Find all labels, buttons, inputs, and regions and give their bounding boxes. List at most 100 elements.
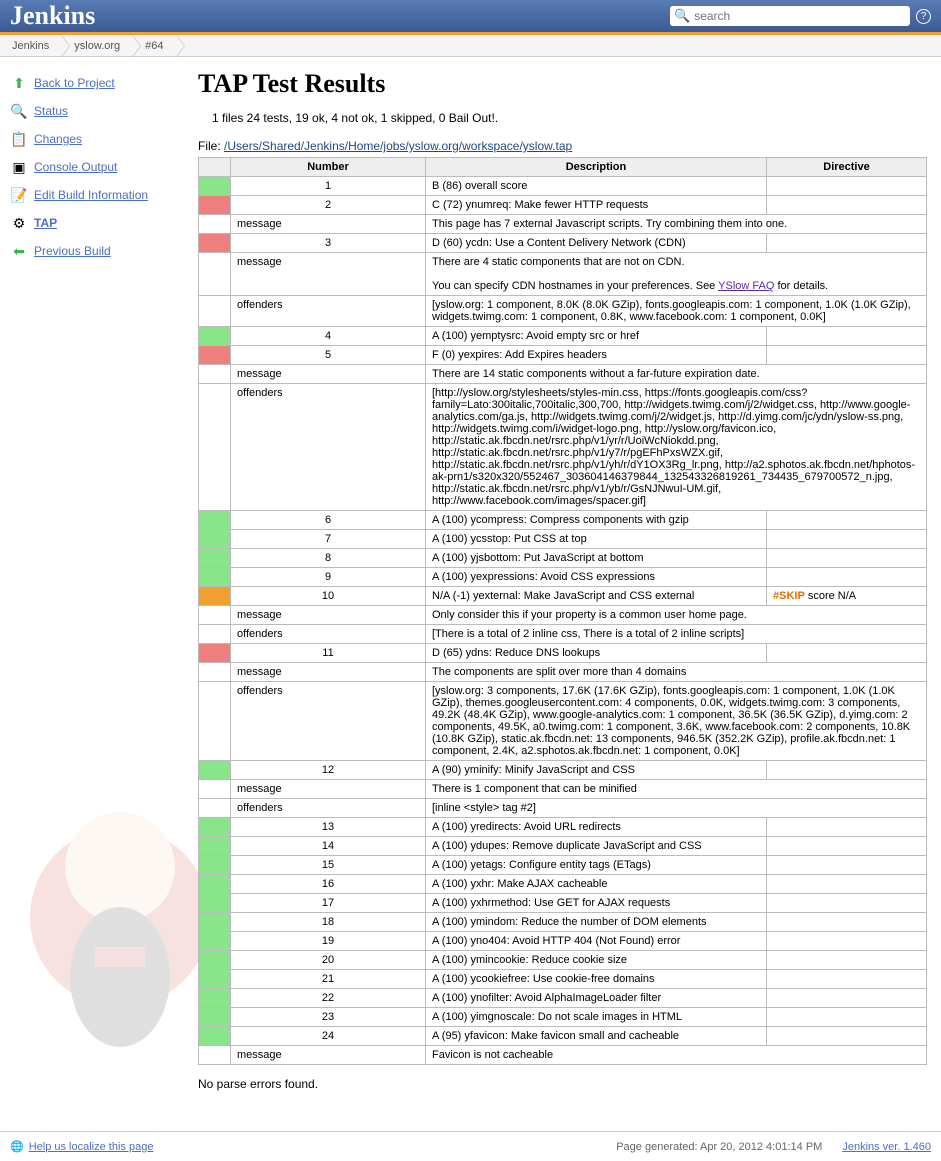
- sidebar-item[interactable]: ⚙TAP: [10, 209, 190, 237]
- jenkins-logo[interactable]: Jenkins: [10, 1, 95, 31]
- sidebar-link[interactable]: Console Output: [34, 160, 117, 174]
- table-row: messageThere are 14 static components wi…: [199, 365, 927, 384]
- desc-cell: D (60) ycdn: Use a Content Delivery Netw…: [426, 234, 767, 253]
- num-cell: 15: [231, 856, 426, 875]
- sub-val: Favicon is not cacheable: [426, 1046, 927, 1065]
- num-cell: 8: [231, 549, 426, 568]
- directive-cell: [767, 327, 927, 346]
- status-cell: [199, 346, 231, 365]
- num-cell: 3: [231, 234, 426, 253]
- table-row: 16A (100) yxhr: Make AJAX cacheable: [199, 875, 927, 894]
- directive-cell: [767, 644, 927, 663]
- sidebar-link[interactable]: TAP: [34, 216, 57, 230]
- directive-cell: [767, 549, 927, 568]
- status-cell: [199, 530, 231, 549]
- sidebar-item[interactable]: 🔍Status: [10, 97, 190, 125]
- sub-val: There is 1 component that can be minifie…: [426, 780, 927, 799]
- summary: 1 files 24 tests, 19 ok, 4 not ok, 1 ski…: [198, 111, 927, 125]
- sidebar-item[interactable]: ⬅Previous Build: [10, 237, 190, 265]
- status-cell: [199, 234, 231, 253]
- sidebar-item[interactable]: ⬆Back to Project: [10, 69, 190, 97]
- desc-cell: B (86) overall score: [426, 177, 767, 196]
- sidebar-item[interactable]: 📝Edit Build Information: [10, 181, 190, 209]
- directive-cell: #SKIP score N/A: [767, 587, 927, 606]
- sub-key: message: [231, 215, 426, 234]
- table-row: 19A (100) yno404: Avoid HTTP 404 (Not Fo…: [199, 932, 927, 951]
- status-cell: [199, 913, 231, 932]
- status-cell: [199, 177, 231, 196]
- directive-cell: [767, 856, 927, 875]
- table-row: 10N/A (-1) yexternal: Make JavaScript an…: [199, 587, 927, 606]
- status-cell: [199, 196, 231, 215]
- table-row: offenders[http://yslow.org/stylesheets/s…: [199, 384, 927, 511]
- crumb-project[interactable]: yslow.org: [62, 35, 133, 56]
- sidebar-link[interactable]: Previous Build: [34, 244, 111, 258]
- table-row: offenders[yslow.org: 3 components, 17.6K…: [199, 682, 927, 761]
- breadcrumb: Jenkins yslow.org #64: [0, 35, 941, 57]
- table-row: 18A (100) ymindom: Reduce the number of …: [199, 913, 927, 932]
- desc-cell: A (100) yxhrmethod: Use GET for AJAX req…: [426, 894, 767, 913]
- search-box[interactable]: 🔍: [670, 6, 910, 26]
- num-cell: 9: [231, 568, 426, 587]
- table-row: 2C (72) ynumreq: Make fewer HTTP request…: [199, 196, 927, 215]
- table-row: offenders[There is a total of 2 inline c…: [199, 625, 927, 644]
- table-row: messageThere is 1 component that can be …: [199, 780, 927, 799]
- desc-cell: A (95) yfavicon: Make favicon small and …: [426, 1027, 767, 1046]
- status-cell: [199, 894, 231, 913]
- sidebar-link[interactable]: Edit Build Information: [34, 188, 148, 202]
- localize-link[interactable]: Help us localize this page: [29, 1141, 154, 1153]
- directive-cell: [767, 1008, 927, 1027]
- help-icon[interactable]: ?: [916, 9, 931, 24]
- directive-cell: [767, 970, 927, 989]
- table-row: 17A (100) yxhrmethod: Use GET for AJAX r…: [199, 894, 927, 913]
- desc-cell: A (100) yemptysrc: Avoid empty src or hr…: [426, 327, 767, 346]
- num-cell: 6: [231, 511, 426, 530]
- yslow-faq-link[interactable]: YSlow FAQ: [718, 280, 774, 292]
- directive-cell: [767, 894, 927, 913]
- status-cell: [199, 989, 231, 1008]
- directive-cell: [767, 913, 927, 932]
- status-cell: [199, 818, 231, 837]
- sub-key: message: [231, 663, 426, 682]
- version-link[interactable]: Jenkins ver. 1.460: [842, 1141, 931, 1153]
- sidebar-item[interactable]: ▣Console Output: [10, 153, 190, 181]
- num-cell: 21: [231, 970, 426, 989]
- sub-key: offenders: [231, 384, 426, 511]
- crumb-jenkins[interactable]: Jenkins: [0, 35, 62, 56]
- directive-cell: [767, 951, 927, 970]
- header: Jenkins 🔍 ?: [0, 0, 941, 35]
- num-cell: 1: [231, 177, 426, 196]
- search-input[interactable]: [690, 7, 906, 25]
- num-cell: 11: [231, 644, 426, 663]
- desc-cell: A (100) yjsbottom: Put JavaScript at bot…: [426, 549, 767, 568]
- directive-cell: [767, 530, 927, 549]
- file-link[interactable]: /Users/Shared/Jenkins/Home/jobs/yslow.or…: [224, 139, 572, 153]
- sub-key: message: [231, 606, 426, 625]
- table-row: 5F (0) yexpires: Add Expires headers: [199, 346, 927, 365]
- results-table: Number Description Directive 1B (86) ove…: [198, 157, 927, 1065]
- num-cell: 7: [231, 530, 426, 549]
- directive-cell: [767, 196, 927, 215]
- table-row: 4A (100) yemptysrc: Avoid empty src or h…: [199, 327, 927, 346]
- desc-cell: A (100) yetags: Configure entity tags (E…: [426, 856, 767, 875]
- directive-cell: [767, 1027, 927, 1046]
- sidebar-link[interactable]: Changes: [34, 132, 82, 146]
- sidebar-link[interactable]: Back to Project: [34, 76, 115, 90]
- num-cell: 4: [231, 327, 426, 346]
- table-row: 11D (65) ydns: Reduce DNS lookups: [199, 644, 927, 663]
- table-row: offenders[inline <style> tag #2]: [199, 799, 927, 818]
- desc-cell: A (100) ymindom: Reduce the number of DO…: [426, 913, 767, 932]
- footer: 🌐 Help us localize this page Page genera…: [0, 1131, 941, 1161]
- status-cell: [199, 1008, 231, 1027]
- num-cell: 22: [231, 989, 426, 1008]
- sidebar-link[interactable]: Status: [34, 104, 68, 118]
- file-label: File: /Users/Shared/Jenkins/Home/jobs/ys…: [198, 139, 927, 153]
- generated-text: Page generated: Apr 20, 2012 4:01:14 PM: [616, 1141, 822, 1153]
- num-cell: 14: [231, 837, 426, 856]
- table-row: 6A (100) ycompress: Compress components …: [199, 511, 927, 530]
- num-cell: 23: [231, 1008, 426, 1027]
- sidebar-item[interactable]: 📋Changes: [10, 125, 190, 153]
- table-row: 8A (100) yjsbottom: Put JavaScript at bo…: [199, 549, 927, 568]
- status-cell: [199, 327, 231, 346]
- directive-cell: [767, 234, 927, 253]
